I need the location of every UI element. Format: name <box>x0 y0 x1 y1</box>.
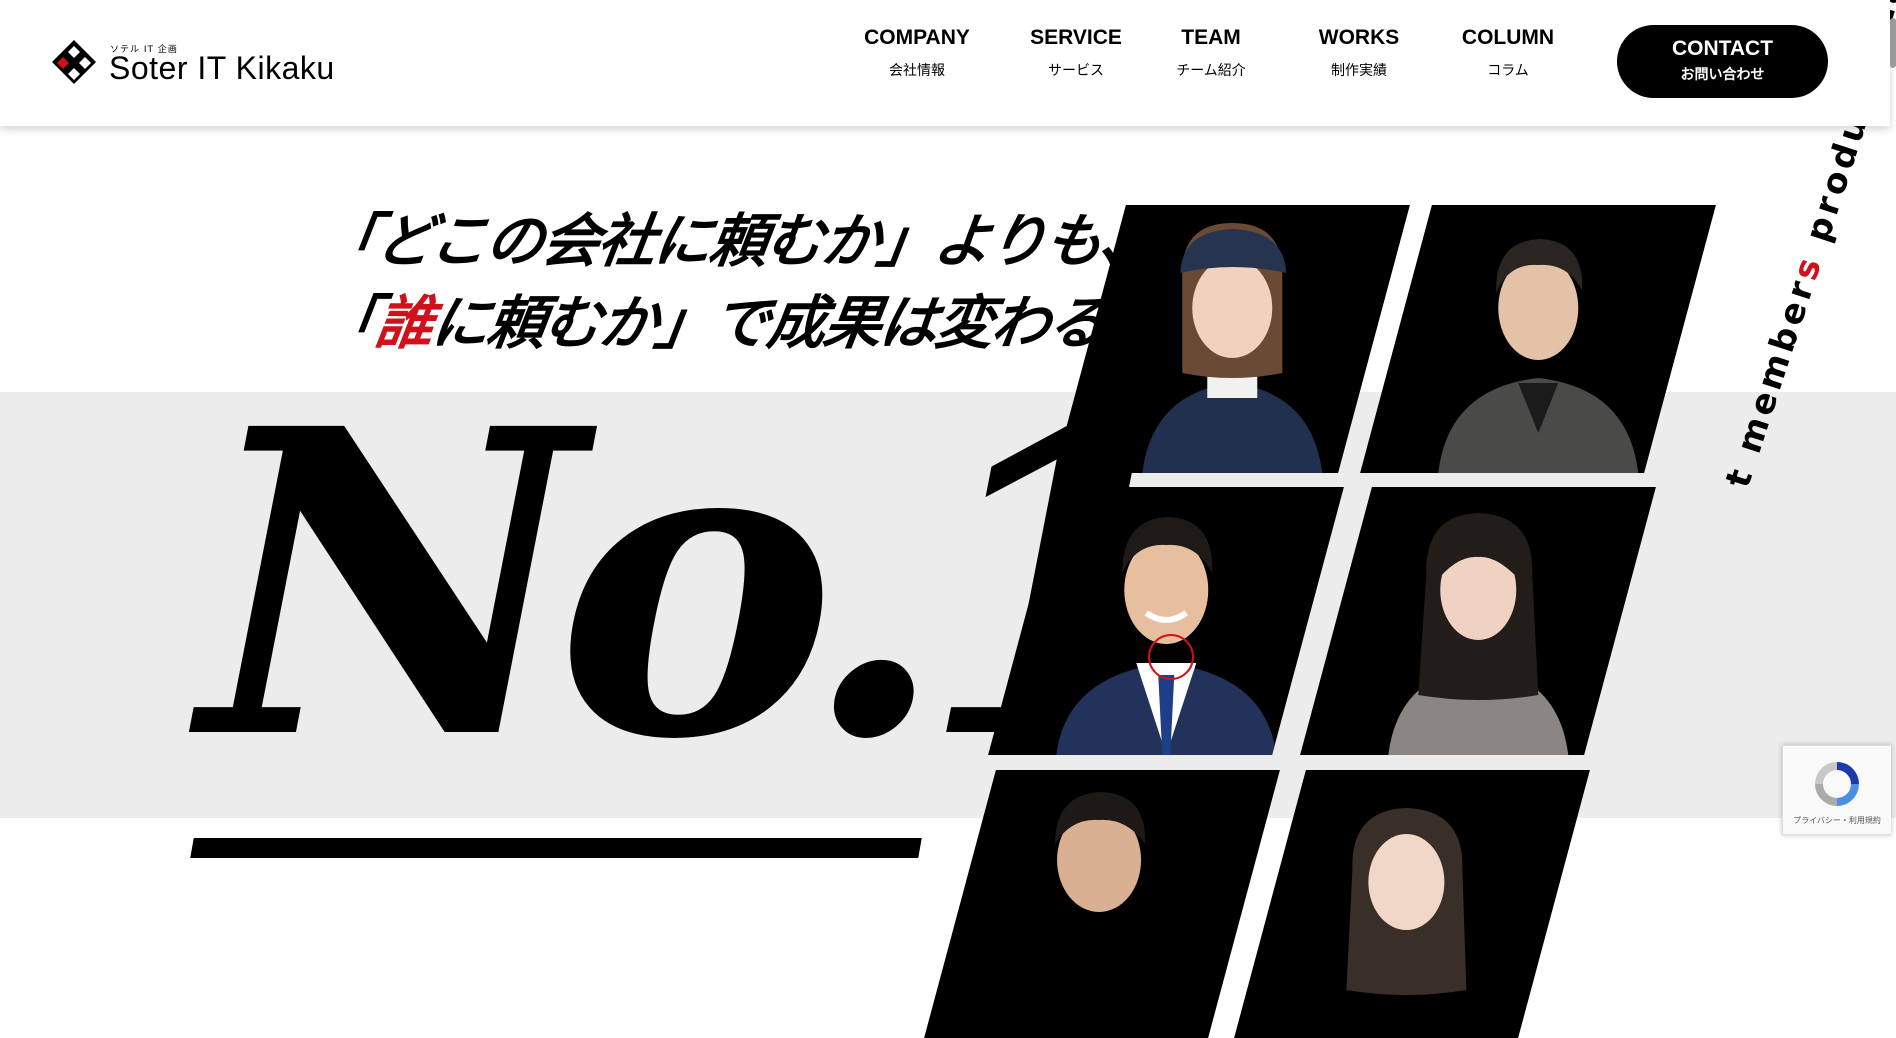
hero-headline: 「どこの会社に頼むか」よりも、 「誰に頼むか」で成果は変わる。 <box>315 200 1165 364</box>
logo-name: Soter IT Kikaku <box>109 50 335 86</box>
nav-column-sub: コラム <box>1487 63 1529 79</box>
recaptcha-links[interactable]: プライバシー・利用規約 <box>1783 815 1891 826</box>
contact-label: CONTACT <box>1671 37 1774 60</box>
nav-service-sub: サービス <box>1048 63 1104 79</box>
nav-company-sub: 会社情報 <box>889 63 945 79</box>
recaptcha-icon <box>1815 762 1859 806</box>
headline-line-2: 「誰に頼むか」で成果は変わる。 <box>314 282 1165 364</box>
nav-works-sub: 制作実績 <box>1331 63 1387 79</box>
contact-sub: お問い合わせ <box>1680 67 1765 83</box>
nav-company[interactable]: COMPANY 会社情報 <box>862 26 972 80</box>
headline-accent: 誰 <box>371 289 437 357</box>
nav-team-label: TEAM <box>1181 26 1241 49</box>
logo-diamond-icon <box>52 40 96 84</box>
person-female-icon <box>1346 808 1467 995</box>
nav-service[interactable]: SERVICE サービス <box>1030 26 1122 80</box>
nav-team-sub: チーム紹介 <box>1176 63 1246 79</box>
nav-works[interactable]: WORKS 制作実績 <box>1316 26 1402 80</box>
cursor-ring-icon <box>1148 634 1194 680</box>
nav-service-label: SERVICE <box>1030 26 1122 49</box>
nav-column-label: COLUMN <box>1461 26 1555 49</box>
nav-works-label: WORKS <box>1318 26 1400 49</box>
nav-company-label: COMPANY <box>864 26 970 49</box>
headline-line-2-rest: に頼むか」で成果は変わる。 <box>427 289 1165 357</box>
nav-column[interactable]: COLUMN コラム <box>1460 26 1556 80</box>
hero-no1-text: No.1 <box>200 339 1211 832</box>
recaptcha-badge[interactable]: プライバシー・利用規約 <box>1782 745 1891 835</box>
contact-button[interactable]: CONTACT お問い合わせ <box>1617 25 1828 98</box>
headline-line-1: 「どこの会社に頼むか」よりも、 <box>315 207 1161 275</box>
site-logo[interactable]: ソテル IT 企画 Soter IT Kikaku <box>50 36 370 92</box>
page-scrollbar[interactable] <box>1890 18 1896 68</box>
hero-underline-bar <box>190 838 922 858</box>
headline-bracket: 「 <box>315 289 381 357</box>
site-header: ソテル IT 企画 Soter IT Kikaku COMPANY 会社情報 S… <box>0 0 1890 126</box>
nav-team[interactable]: TEAM チーム紹介 <box>1174 26 1248 80</box>
